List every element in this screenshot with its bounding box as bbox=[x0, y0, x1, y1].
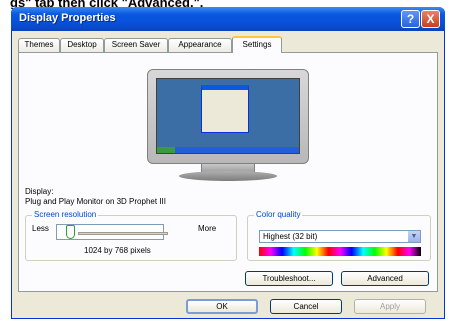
display-label: Display: bbox=[25, 187, 54, 196]
ok-button[interactable]: OK bbox=[186, 299, 258, 314]
screen-resolution-group: Screen resolution Less More 1024 by 768 … bbox=[25, 210, 237, 261]
resolution-less-label: Less bbox=[32, 224, 49, 233]
help-button[interactable]: ? bbox=[401, 10, 420, 28]
close-button[interactable]: X bbox=[421, 10, 440, 28]
window-title: Display Properties bbox=[19, 12, 116, 24]
chevron-down-icon[interactable]: ▼ bbox=[408, 231, 420, 242]
preview-window bbox=[201, 85, 249, 133]
tab-desktop[interactable]: Desktop bbox=[60, 38, 104, 52]
color-quality-select[interactable]: Highest (32 bit) ▼ bbox=[259, 230, 421, 243]
tab-appearance[interactable]: Appearance bbox=[168, 38, 232, 52]
monitor-screen bbox=[156, 78, 300, 154]
settings-panel: Display: Plug and Play Monitor on 3D Pro… bbox=[18, 52, 438, 292]
resolution-slider-thumb[interactable] bbox=[66, 225, 75, 239]
display-value: Plug and Play Monitor on 3D Prophet III bbox=[25, 197, 166, 206]
troubleshoot-button[interactable]: Troubleshoot... bbox=[245, 271, 333, 286]
color-quality-title: Color quality bbox=[254, 210, 303, 219]
resolution-value: 1024 by 768 pixels bbox=[84, 246, 151, 255]
apply-button[interactable]: Apply bbox=[354, 299, 426, 314]
preview-start-button bbox=[157, 147, 175, 153]
tab-settings[interactable]: Settings bbox=[232, 36, 282, 53]
resolution-slider-track[interactable] bbox=[78, 232, 168, 235]
tab-screen-saver[interactable]: Screen Saver bbox=[104, 38, 168, 52]
screen-resolution-title: Screen resolution bbox=[32, 210, 99, 219]
preview-taskbar bbox=[157, 147, 299, 153]
tab-themes[interactable]: Themes bbox=[18, 38, 60, 52]
title-bar[interactable]: Display Properties ? X bbox=[11, 7, 445, 31]
monitor-preview bbox=[147, 69, 309, 164]
advanced-button[interactable]: Advanced bbox=[341, 271, 429, 286]
color-quality-group: Color quality Highest (32 bit) ▼ bbox=[247, 210, 431, 261]
cancel-button[interactable]: Cancel bbox=[270, 299, 342, 314]
display-properties-window: Display Properties ? X Themes Desktop Sc… bbox=[11, 7, 445, 319]
resolution-more-label: More bbox=[198, 224, 217, 233]
color-spectrum-bar bbox=[259, 247, 421, 256]
monitor-base bbox=[179, 171, 277, 181]
color-quality-value: Highest (32 bit) bbox=[263, 232, 318, 241]
